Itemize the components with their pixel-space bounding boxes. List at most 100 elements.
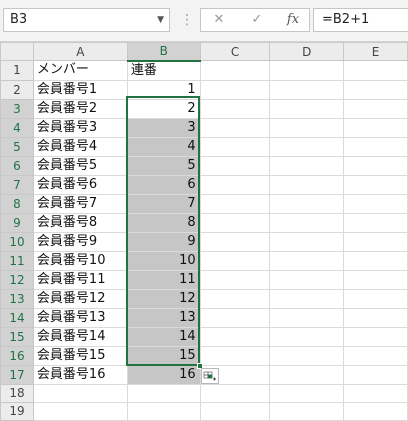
cell-d[interactable] — [269, 250, 345, 271]
cell-b[interactable] — [126, 383, 201, 403]
cell-a[interactable]: 会員番号13 — [32, 307, 128, 328]
row-header[interactable]: 13 — [0, 288, 34, 309]
cell-c[interactable] — [199, 155, 271, 176]
cell-b[interactable]: 6 — [126, 174, 201, 195]
row-header[interactable]: 9 — [0, 212, 34, 233]
row-header[interactable]: 8 — [0, 193, 34, 214]
insert-function-icon[interactable]: fx — [281, 9, 305, 31]
cell-a[interactable]: 会員番号12 — [32, 288, 128, 309]
cell-a[interactable] — [32, 383, 128, 403]
cell-a[interactable]: 会員番号3 — [32, 117, 128, 138]
cell-b[interactable]: 8 — [126, 212, 201, 233]
cell-e[interactable] — [343, 231, 408, 252]
cell-c[interactable] — [199, 174, 271, 195]
cell-e[interactable] — [343, 307, 408, 328]
cell-e[interactable] — [343, 250, 408, 271]
cell-b[interactable] — [126, 401, 201, 421]
row-header[interactable]: 11 — [0, 250, 34, 271]
row-header[interactable]: 1 — [0, 60, 34, 81]
cell-a[interactable]: 会員番号8 — [32, 212, 128, 233]
cell-d[interactable] — [269, 98, 345, 119]
row-header[interactable]: 16 — [0, 345, 34, 366]
cell-c[interactable] — [199, 231, 271, 252]
cell-c[interactable] — [199, 326, 271, 347]
cell-e[interactable] — [343, 98, 408, 119]
column-header-c[interactable]: C — [199, 42, 271, 61]
cell-c[interactable] — [199, 345, 271, 366]
cell-c[interactable] — [199, 98, 271, 119]
cell-d[interactable] — [269, 231, 345, 252]
cell-c[interactable] — [199, 307, 271, 328]
cell-e[interactable] — [343, 155, 408, 176]
row-header[interactable]: 15 — [0, 326, 34, 347]
cell-e[interactable] — [343, 212, 408, 233]
cell-d[interactable] — [269, 117, 345, 138]
chevron-down-icon[interactable]: ▼ — [157, 9, 164, 31]
row-header[interactable]: 19 — [0, 401, 34, 421]
cell-e[interactable] — [343, 364, 408, 385]
cell-b[interactable]: 16 — [126, 364, 201, 385]
row-header[interactable]: 3 — [0, 98, 34, 119]
cell-e[interactable] — [343, 79, 408, 100]
cell-e[interactable] — [343, 383, 408, 403]
row-header[interactable]: 6 — [0, 155, 34, 176]
cell-d[interactable] — [269, 345, 345, 366]
cell-e[interactable] — [343, 345, 408, 366]
column-header-d[interactable]: D — [269, 42, 345, 61]
column-header-e[interactable]: E — [343, 42, 408, 61]
formula-input[interactable]: =B2+1 — [313, 8, 408, 32]
cell-d[interactable] — [269, 269, 345, 290]
cell-d[interactable] — [269, 401, 345, 421]
cell-d[interactable] — [269, 155, 345, 176]
cell-b[interactable]: 15 — [126, 345, 201, 366]
cell-d[interactable] — [269, 79, 345, 100]
cell-a[interactable]: 会員番号15 — [32, 345, 128, 366]
cell-b[interactable]: 9 — [126, 231, 201, 252]
cell-e[interactable] — [343, 60, 408, 81]
cell-c[interactable] — [199, 60, 271, 81]
row-header[interactable]: 14 — [0, 307, 34, 328]
cell-b[interactable]: 4 — [126, 136, 201, 157]
cell-a[interactable] — [32, 401, 128, 421]
cell-c[interactable] — [199, 288, 271, 309]
row-header[interactable]: 5 — [0, 136, 34, 157]
cell-e[interactable] — [343, 326, 408, 347]
cell-d[interactable] — [269, 174, 345, 195]
row-header[interactable]: 4 — [0, 117, 34, 138]
cell-d[interactable] — [269, 212, 345, 233]
cell-a[interactable]: 会員番号4 — [32, 136, 128, 157]
cell-b[interactable]: 連番 — [126, 60, 201, 81]
cell-e[interactable] — [343, 174, 408, 195]
cell-d[interactable] — [269, 288, 345, 309]
cell-a[interactable]: メンバー — [32, 60, 128, 81]
cell-c[interactable] — [199, 250, 271, 271]
cell-a[interactable]: 会員番号2 — [32, 98, 128, 119]
cancel-icon[interactable]: ✕ — [207, 9, 231, 31]
auto-fill-options-button[interactable] — [201, 368, 219, 384]
cell-b[interactable]: 1 — [126, 79, 201, 100]
cell-d[interactable] — [269, 136, 345, 157]
cell-d[interactable] — [269, 193, 345, 214]
cell-d[interactable] — [269, 326, 345, 347]
cell-e[interactable] — [343, 269, 408, 290]
row-header[interactable]: 12 — [0, 269, 34, 290]
cell-a[interactable]: 会員番号7 — [32, 193, 128, 214]
cell-b[interactable]: 10 — [126, 250, 201, 271]
cell-e[interactable] — [343, 288, 408, 309]
name-box[interactable]: B3 ▼ — [3, 8, 170, 32]
active-cell[interactable]: 2 — [126, 98, 201, 119]
column-header-a[interactable]: A — [32, 42, 128, 61]
cell-e[interactable] — [343, 117, 408, 138]
cell-d[interactable] — [269, 60, 345, 81]
cell-c[interactable] — [199, 193, 271, 214]
row-header[interactable]: 18 — [0, 383, 34, 403]
cell-a[interactable]: 会員番号11 — [32, 269, 128, 290]
cell-e[interactable] — [343, 136, 408, 157]
cell-c[interactable] — [199, 79, 271, 100]
column-header-b[interactable]: B — [126, 42, 201, 62]
select-all-corner[interactable] — [0, 42, 34, 61]
cell-a[interactable]: 会員番号1 — [32, 79, 128, 100]
cell-b[interactable]: 3 — [126, 117, 201, 138]
cell-c[interactable] — [199, 383, 271, 403]
cell-c[interactable] — [199, 269, 271, 290]
